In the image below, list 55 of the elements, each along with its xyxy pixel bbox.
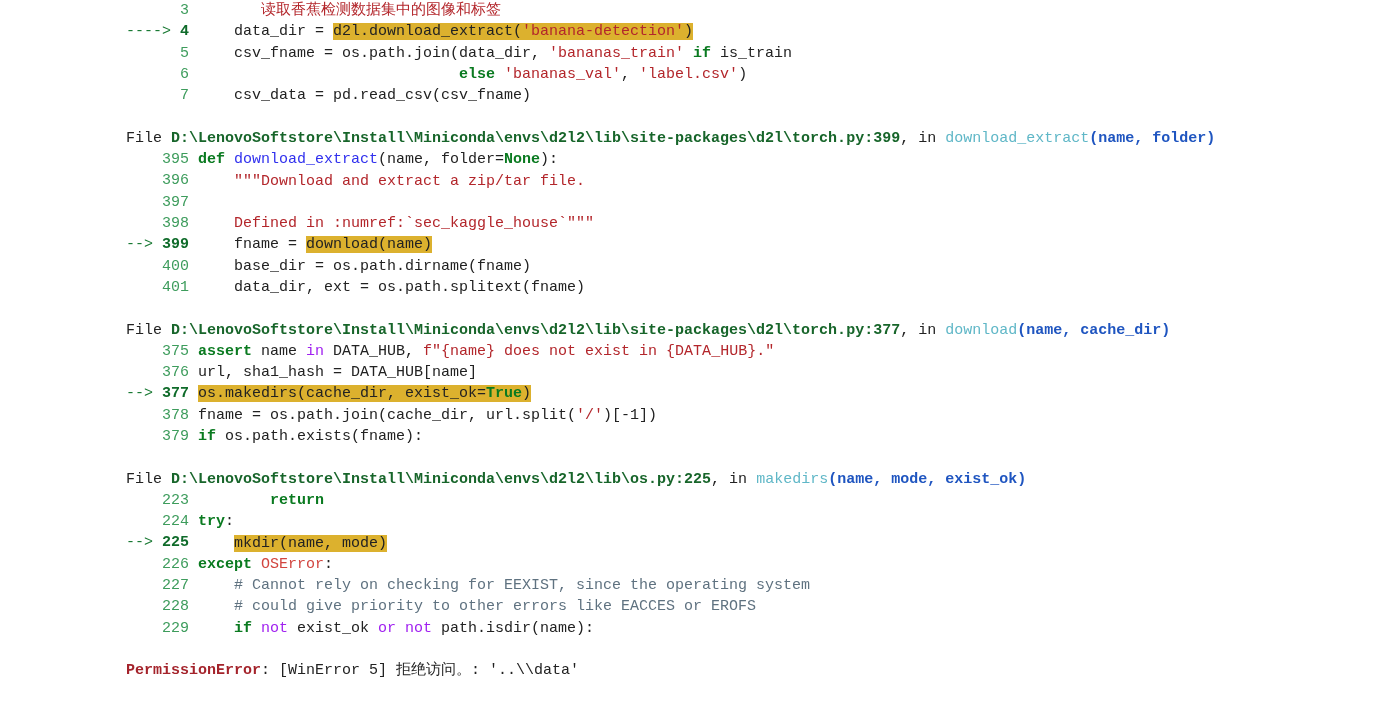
line-number: 397 — [162, 192, 189, 213]
line-number: 229 — [162, 618, 189, 639]
code-text: """Download and extract a zip/tar file. — [233, 171, 586, 191]
traceback-header: File D:\LenovoSoftstore\Install\Miniconda\envs\d2l2\lib\site-packages\d2l\torch.py:399, in download_extract(name, folder) — [126, 128, 1216, 148]
code-text: # could give priority to other errors like EACCES or EROFS — [233, 597, 757, 617]
code-text: 读取香蕉检测数据集中的图像和标签 — [260, 1, 501, 21]
line-number: 225 — [162, 533, 189, 554]
code-text: os.makedirs(cache_dir, exist_ok=True) — [198, 384, 532, 404]
code-text: data_dir, ext = os.path.splitext(fname) — [233, 278, 586, 297]
line-number: 377 — [162, 384, 189, 405]
code-text: csv_data = pd.read_csv(csv_fname) — [233, 86, 532, 106]
traceback-header: File D:\LenovoSoftstore\Install\Miniconda\envs\d2l2\lib\site-packages\d2l\torch.py:377, in download(name, cache_dir) — [126, 320, 1171, 340]
line-number: 396 — [162, 171, 189, 192]
line-number: 400 — [162, 256, 189, 277]
pointer-arrow: ----> — [126, 22, 171, 43]
code-text: url, sha1_hash = DATA_HUB[name] — [198, 363, 478, 383]
pointer-arrow: --> — [126, 533, 153, 554]
pointer-arrow: --> — [126, 384, 153, 405]
code-text: fname = download(name) — [233, 235, 433, 255]
error-message: PermissionError: [WinError 5] 拒绝访问。: '..\\data' — [126, 661, 580, 681]
line-number: 224 — [162, 512, 189, 533]
code-text: fname = os.path.join(cache_dir, url.split('/')[-1]) — [198, 405, 658, 425]
code-text: # Cannot rely on checking for EEXIST, since the operating system — [233, 576, 811, 596]
pointer-arrow: --> — [126, 235, 153, 256]
line-number: 5 — [180, 43, 189, 64]
code-text: data_dir = d2l.download_extract('banana-detection') — [233, 22, 694, 42]
line-number: 379 — [162, 426, 189, 447]
code-text: if os.path.exists(fname): — [198, 427, 424, 447]
line-number: 399 — [162, 235, 189, 256]
traceback-header: File D:\LenovoSoftstore\Install\Miniconda\envs\d2l2\lib\os.py:225, in makedirs(name, mode, exist_ok) — [126, 469, 1027, 489]
line-number: 378 — [162, 405, 189, 426]
code-text: except OSError: — [198, 554, 334, 574]
line-number: 7 — [180, 86, 189, 107]
line-number: 376 — [162, 363, 189, 384]
code-text: mkdir(name, mode) — [233, 533, 388, 553]
line-number: 395 — [162, 150, 189, 171]
code-text: else 'bananas_val', 'label.csv') — [458, 65, 748, 85]
line-number: 227 — [162, 576, 189, 596]
line-number: 4 — [180, 22, 189, 43]
line-number: 223 — [162, 490, 189, 511]
code-text: try: — [198, 512, 235, 532]
code-text: return — [269, 490, 325, 510]
line-number: 228 — [162, 597, 189, 618]
code-text: def download_extract(name, folder=None): — [198, 150, 559, 170]
code-text: base_dir = os.path.dirname(fname) — [233, 256, 532, 276]
code-text: csv_fname = os.path.join(data_dir, 'bananas_train' if is_train — [233, 43, 793, 63]
line-number: 6 — [180, 64, 189, 85]
code-text: assert name in DATA_HUB, f"{name} does not exist in {DATA_HUB}." — [198, 341, 775, 361]
line-number: 375 — [162, 341, 189, 362]
code-text: if not exist_ok or not path.isdir(name): — [233, 618, 595, 638]
line-number: 398 — [162, 213, 189, 234]
line-number: 401 — [162, 277, 189, 298]
line-number: 3 — [180, 1, 189, 21]
code-text: Defined in :numref:`sec_kaggle_house`""" — [233, 214, 595, 234]
line-number: 226 — [162, 554, 189, 575]
